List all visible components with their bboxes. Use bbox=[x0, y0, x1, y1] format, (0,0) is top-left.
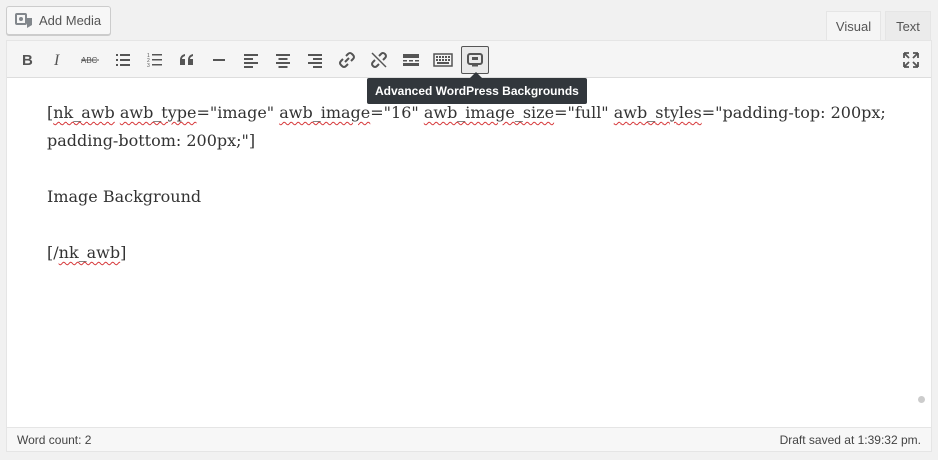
read-more-button[interactable] bbox=[397, 46, 425, 74]
keyboard-icon bbox=[433, 53, 453, 67]
toolbar-toggle-button[interactable] bbox=[429, 46, 457, 74]
unlink-icon bbox=[371, 52, 387, 68]
misspelled-word: awb_image_size bbox=[423, 103, 555, 122]
insert-link-button[interactable] bbox=[333, 46, 361, 74]
awb-icon bbox=[467, 53, 483, 67]
blockquote-icon bbox=[180, 54, 193, 65]
misspelled-word: awb_type bbox=[119, 103, 197, 122]
svg-text:B: B bbox=[22, 52, 33, 69]
bulleted-list-button[interactable] bbox=[109, 46, 137, 74]
body-text: Image Background bbox=[47, 187, 202, 206]
add-media-button[interactable]: Add Media bbox=[6, 6, 111, 35]
link-icon bbox=[339, 52, 355, 68]
add-media-label: Add Media bbox=[39, 13, 102, 28]
align-left-icon bbox=[244, 54, 258, 68]
status-bar: Word count: 2 Draft saved at 1:39:32 pm. bbox=[7, 427, 931, 451]
remove-link-button[interactable] bbox=[365, 46, 393, 74]
misspelled-word: nk_awb bbox=[58, 243, 121, 262]
bulleted-list-icon bbox=[116, 54, 130, 66]
align-center-button[interactable] bbox=[269, 46, 297, 74]
editor-content[interactable]: [nk_awb awb_type="image" awb_image="16" … bbox=[47, 99, 907, 295]
misspelled-word: awb_styles bbox=[613, 103, 702, 122]
italic-icon: I bbox=[53, 52, 60, 69]
shortcode-close: [/nk_awb] bbox=[47, 243, 127, 262]
editor-toolbar: B I ABC 123 bbox=[7, 41, 931, 78]
strikethrough-icon: ABC bbox=[81, 56, 99, 65]
fullscreen-icon bbox=[903, 52, 919, 68]
editor: B I ABC 123 Advanced WordPress Backgroun… bbox=[6, 40, 932, 452]
align-right-icon bbox=[308, 54, 322, 68]
word-count: Word count: 2 bbox=[17, 432, 92, 447]
shortcode-open: [nk_awb awb_type="image" awb_image="16" … bbox=[47, 103, 886, 150]
tab-text[interactable]: Text bbox=[885, 11, 931, 41]
read-more-icon bbox=[403, 54, 419, 66]
numbered-list-icon: 123 bbox=[147, 53, 162, 69]
numbered-list-button[interactable]: 123 bbox=[141, 46, 169, 74]
align-right-button[interactable] bbox=[301, 46, 329, 74]
resize-handle[interactable] bbox=[918, 396, 925, 403]
media-icon bbox=[15, 12, 33, 29]
align-center-icon bbox=[276, 54, 290, 68]
align-left-button[interactable] bbox=[237, 46, 265, 74]
italic-button[interactable]: I bbox=[44, 46, 72, 74]
tab-visual[interactable]: Visual bbox=[826, 11, 881, 41]
fullscreen-button[interactable] bbox=[897, 46, 925, 74]
svg-text:3: 3 bbox=[147, 63, 150, 69]
draft-saved-status: Draft saved at 1:39:32 pm. bbox=[779, 432, 921, 447]
strikethrough-button[interactable]: ABC bbox=[76, 46, 104, 74]
horizontal-line-icon bbox=[213, 59, 225, 61]
bold-button[interactable]: B bbox=[13, 46, 41, 74]
bold-icon: B bbox=[22, 52, 33, 69]
advanced-backgrounds-button[interactable] bbox=[461, 46, 489, 74]
svg-text:I: I bbox=[53, 52, 60, 69]
misspelled-word: awb_image bbox=[279, 103, 371, 122]
blockquote-button[interactable] bbox=[173, 46, 201, 74]
horizontal-line-button[interactable] bbox=[205, 46, 233, 74]
misspelled-word: nk_awb bbox=[53, 103, 115, 122]
